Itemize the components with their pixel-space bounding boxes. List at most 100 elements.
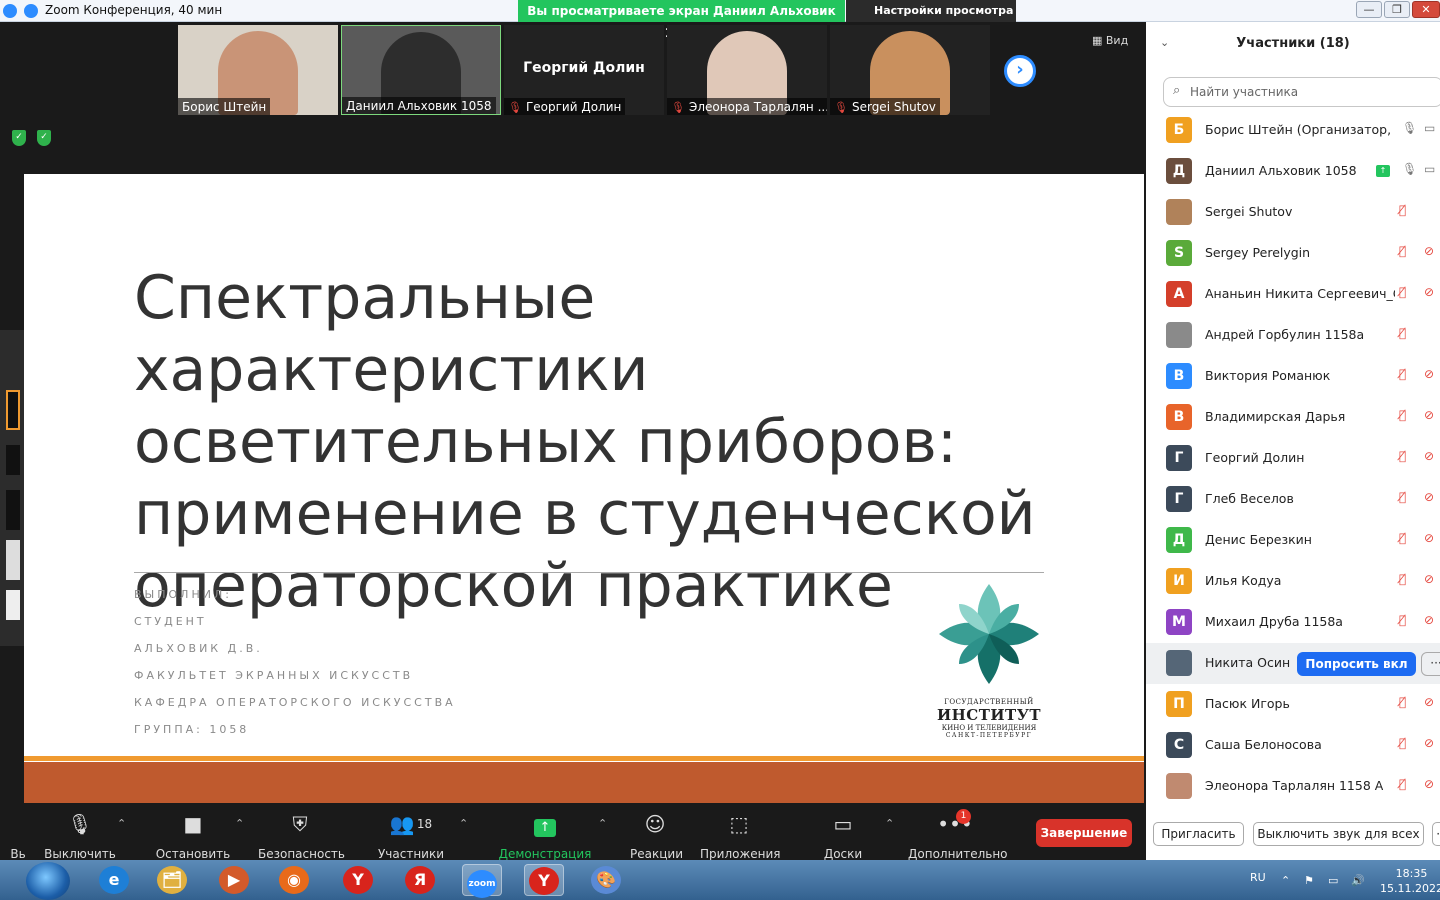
video-camera-off-icon[interactable]: ⊘: [1424, 449, 1434, 463]
participant-row[interactable]: Элеонора Тарлалян 1158 А 🎙̸ ⊘: [1146, 766, 1440, 807]
participant-row[interactable]: М Михаил Друба 1158а 🎙̸ ⊘: [1146, 602, 1440, 643]
microphone-muted-icon[interactable]: 🎙̸: [1399, 572, 1406, 586]
media-player-icon[interactable]: ▶: [214, 864, 254, 896]
video-tile[interactable]: 🎙 Элеонора Тарлалян ...: [667, 25, 827, 115]
clock-date: 15.11.2022: [1380, 882, 1440, 895]
chevron-up-icon[interactable]: ⌃: [459, 817, 468, 830]
video-camera-off-icon[interactable]: ⊘: [1424, 490, 1434, 504]
close-window-button[interactable]: ✕: [1412, 1, 1440, 18]
language-indicator[interactable]: RU: [1250, 871, 1266, 884]
apps-button[interactable]: ⬚ Приложения: [700, 813, 781, 861]
video-tile-active-speaker[interactable]: Даниил Альховик 1058: [341, 25, 501, 115]
participant-row[interactable]: В Виктория Романюк 🎙̸ ⊘: [1146, 356, 1440, 397]
paint-icon[interactable]: 🎨: [586, 864, 626, 896]
video-camera-off-icon[interactable]: ⊘: [1424, 244, 1434, 258]
microphone-muted-icon[interactable]: 🎙̸: [1399, 695, 1406, 709]
participant-row[interactable]: Б Борис Штейн (Организатор, я) 🎙 ▭: [1146, 110, 1440, 151]
invite-button[interactable]: Пригласить: [1153, 822, 1244, 846]
tile-name: 🎙 Sergei Shutov: [830, 98, 940, 115]
more-button[interactable]: ••• Дополнительно: [908, 813, 1008, 861]
view-layout-button[interactable]: ▦ Вид: [1092, 34, 1128, 47]
yandex-browser-icon[interactable]: Y: [338, 864, 378, 896]
video-camera-off-icon[interactable]: ⊘: [1424, 572, 1434, 586]
video-camera-off-icon[interactable]: ⊘: [1424, 408, 1434, 422]
truncated-toolbar-item[interactable]: Вь: [8, 813, 28, 861]
video-camera-off-icon[interactable]: ⊘: [1424, 367, 1434, 381]
microphone-muted-icon[interactable]: 🎙̸: [1399, 777, 1406, 791]
internet-explorer-icon[interactable]: e: [94, 864, 134, 896]
video-tile[interactable]: Георгий Долин 🎙 Георгий Долин: [504, 25, 664, 115]
participant-row[interactable]: И Илья Кодуа 🎙̸ ⊘: [1146, 561, 1440, 602]
participant-row[interactable]: В Владимирская Дарья 🎙̸ ⊘: [1146, 397, 1440, 438]
microphone-muted-icon[interactable]: 🎙̸: [1399, 285, 1406, 299]
microphone-muted-icon[interactable]: 🎙̸: [1399, 203, 1406, 217]
action-center-flag-icon[interactable]: ⚑: [1304, 874, 1314, 887]
microphone-muted-icon[interactable]: 🎙̸: [1399, 408, 1406, 422]
participant-search-input[interactable]: ⌕ Найти участника: [1163, 77, 1440, 107]
microphone-muted-icon[interactable]: 🎙̸: [1399, 736, 1406, 750]
yandex-icon[interactable]: Я: [400, 864, 440, 896]
video-camera-off-icon[interactable]: ⊘: [1424, 695, 1434, 709]
network-icon[interactable]: ▭: [1328, 874, 1338, 887]
video-tile[interactable]: 🎙 Sergei Shutov: [830, 25, 990, 115]
chevron-up-icon[interactable]: ⌃: [885, 817, 894, 830]
participant-row[interactable]: Андрей Горбулин 1158а 🎙̸: [1146, 315, 1440, 356]
chevron-up-icon[interactable]: ⌃: [117, 817, 126, 830]
participant-row[interactable]: Никита Осин Попросить вкл ···: [1146, 643, 1440, 684]
security-button[interactable]: ⛨ Безопасность: [258, 813, 345, 861]
participant-row[interactable]: Д Денис Березкин 🎙̸ ⊘: [1146, 520, 1440, 561]
participant-row[interactable]: С Саша Белоносова 🎙̸ ⊘: [1146, 725, 1440, 766]
microphone-muted-icon[interactable]: 🎙̸: [1399, 449, 1406, 463]
ask-to-unmute-button[interactable]: Попросить вкл: [1297, 652, 1416, 676]
file-explorer-icon[interactable]: 🗂: [152, 864, 192, 896]
microphone-muted-icon[interactable]: 🎙̸: [1399, 490, 1406, 504]
video-camera-off-icon[interactable]: ⊘: [1424, 777, 1434, 791]
participant-row[interactable]: Д Даниил Альховик 1058 ↑ 🎙 ▭: [1146, 151, 1440, 192]
participants-icon: 👥 18: [389, 812, 433, 836]
participant-row[interactable]: S Sergey Perelygin 🎙̸ ⊘: [1146, 233, 1440, 274]
yandex-browser-icon[interactable]: Y: [524, 864, 564, 896]
video-camera-icon[interactable]: ▭: [1424, 121, 1435, 135]
minimize-button[interactable]: —: [1356, 1, 1382, 18]
microphone-icon[interactable]: 🎙: [1402, 162, 1417, 176]
video-camera-off-icon[interactable]: ⊘: [1424, 613, 1434, 627]
video-camera-off-icon[interactable]: ⊘: [1424, 736, 1434, 750]
participant-row[interactable]: П Пасюк Игорь 🎙̸ ⊘: [1146, 684, 1440, 725]
more-options-button[interactable]: ···: [1432, 822, 1440, 846]
video-camera-off-icon[interactable]: ⊘: [1424, 531, 1434, 545]
video-camera-icon[interactable]: ▭: [1424, 162, 1435, 176]
security-shield-icon[interactable]: ✓: [37, 130, 51, 146]
participant-row[interactable]: А Ананьин Никита Сергеевич_С... 🎙̸ ⊘: [1146, 274, 1440, 315]
video-camera-off-icon[interactable]: ⊘: [1424, 285, 1434, 299]
video-tile[interactable]: Борис Штейн: [178, 25, 338, 115]
end-meeting-button[interactable]: Завершение: [1036, 819, 1132, 847]
participants-button[interactable]: 👥 18 Участники: [376, 813, 446, 861]
view-options-button[interactable]: Настройки просмотра ⌄: [846, 0, 1016, 39]
participant-row[interactable]: Г Георгий Долин 🎙̸ ⊘: [1146, 438, 1440, 479]
chevron-up-icon[interactable]: ⌃: [598, 817, 607, 830]
start-button[interactable]: [26, 862, 70, 900]
firefox-icon[interactable]: ◉: [274, 864, 314, 896]
participant-more-button[interactable]: ···: [1421, 652, 1440, 676]
zoom-icon[interactable]: zoom: [462, 864, 502, 898]
participant-row[interactable]: Sergei Shutov 🎙̸: [1146, 192, 1440, 233]
next-page-arrow-icon[interactable]: ›: [1004, 55, 1036, 87]
maximize-button[interactable]: ❐: [1384, 1, 1410, 18]
chevron-up-icon[interactable]: ⌃: [235, 817, 244, 830]
institute-emblem-icon: [939, 584, 1039, 684]
avatar: В: [1166, 363, 1192, 389]
mic-off-icon: 🎙: [508, 101, 522, 114]
participant-row[interactable]: Г Глеб Веселов 🎙̸ ⊘: [1146, 479, 1440, 520]
microphone-muted-icon[interactable]: 🎙̸: [1399, 613, 1406, 627]
mute-all-button[interactable]: Выключить звук для всех: [1253, 822, 1424, 846]
microphone-muted-icon[interactable]: 🎙̸: [1399, 531, 1406, 545]
reactions-button[interactable]: ☺ Реакции: [630, 813, 683, 861]
system-clock[interactable]: 18:35 15.11.2022: [1380, 866, 1440, 896]
encryption-shield-icon[interactable]: ✓: [12, 130, 26, 146]
microphone-muted-icon[interactable]: 🎙̸: [1399, 326, 1406, 340]
show-hidden-icons-icon[interactable]: ⌃: [1281, 874, 1290, 887]
microphone-muted-icon[interactable]: 🎙̸: [1399, 367, 1406, 381]
microphone-muted-icon[interactable]: 🎙̸: [1399, 244, 1406, 258]
microphone-icon[interactable]: 🎙: [1402, 121, 1417, 135]
volume-icon[interactable]: 🔊: [1351, 874, 1365, 887]
